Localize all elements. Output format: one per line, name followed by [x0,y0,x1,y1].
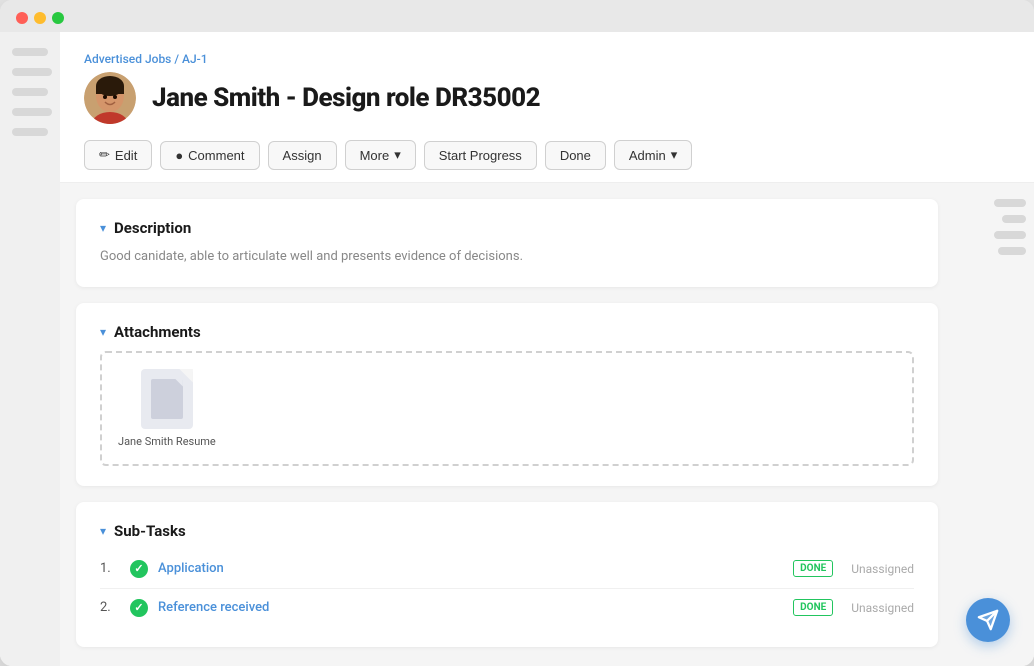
subtask-done-icon [130,560,148,578]
page-header: Advertised Jobs / AJ-1 [60,32,1034,183]
edit-button[interactable]: ✏ Edit [84,140,152,170]
content-body: ▾ Description Good canidate, able to art… [60,183,1034,666]
admin-button[interactable]: Admin ▾ [614,140,692,170]
send-icon [977,609,999,631]
subtask-number: 2. [100,600,120,615]
subtasks-list: 1. Application DONE Unassigned 2. Refere… [100,550,914,627]
comment-icon: ● [175,148,183,163]
sidebar-line [12,128,48,136]
more-button[interactable]: More ▾ [345,140,416,170]
subtask-number: 1. [100,561,120,576]
description-chevron-icon[interactable]: ▾ [100,221,106,235]
subtasks-header: ▾ Sub-Tasks [100,522,914,540]
page-title-row: Jane Smith - Design role DR35002 [84,72,1010,124]
chevron-down-icon: ▾ [671,147,678,163]
breadcrumb-text: Advertised Jobs / AJ-1 [84,52,208,66]
attachment-label: Jane Smith Resume [118,435,216,448]
file-icon [141,369,193,429]
subtask-assignee: Unassigned [851,601,914,615]
page-title: Jane Smith - Design role DR35002 [152,83,540,113]
content-left: ▾ Description Good canidate, able to art… [60,183,954,666]
traffic-light-green[interactable] [52,12,64,24]
traffic-lights [16,12,64,24]
subtasks-section: ▾ Sub-Tasks 1. Application DONE Unassign… [76,502,938,647]
sidebar-line [12,88,48,96]
subtask-assignee: Unassigned [851,562,914,576]
file-icon-inner [151,379,183,419]
right-placeholder [994,231,1026,239]
comment-button[interactable]: ● Comment [160,141,259,170]
subtasks-title: Sub-Tasks [114,522,186,540]
assign-button[interactable]: Assign [268,141,337,170]
attachment-item[interactable]: Jane Smith Resume [118,369,216,448]
toolbar: ✏ Edit ● Comment Assign More ▾ [84,140,1010,182]
browser-window: Advertised Jobs / AJ-1 [0,0,1034,666]
sidebar [0,32,60,666]
subtask-badge: DONE [793,599,833,616]
floating-action-button[interactable] [966,598,1010,642]
traffic-light-red[interactable] [16,12,28,24]
browser-chrome [0,0,1034,32]
description-title: Description [114,219,191,237]
avatar [84,72,136,124]
subtask-name[interactable]: Reference received [158,600,783,615]
edit-icon: ✏ [99,147,110,163]
description-section: ▾ Description Good canidate, able to art… [76,199,938,287]
subtask-badge: DONE [793,560,833,577]
subtask-name[interactable]: Application [158,561,783,576]
attachments-header: ▾ Attachments [100,323,914,341]
browser-content: Advertised Jobs / AJ-1 [0,32,1034,666]
right-placeholder [994,199,1026,207]
subtask-item: 2. Reference received DONE Unassigned [100,589,914,627]
subtask-done-icon [130,599,148,617]
sidebar-line [12,108,52,116]
traffic-light-yellow[interactable] [34,12,46,24]
right-placeholder [998,247,1026,255]
breadcrumb: Advertised Jobs / AJ-1 [84,52,1010,66]
attachments-section: ▾ Attachments Jane Smith Resume [76,303,938,486]
attachments-area: Jane Smith Resume [100,351,914,466]
right-sidebar [954,183,1034,666]
right-placeholder [1002,215,1026,223]
description-header: ▾ Description [100,219,914,237]
sidebar-line [12,48,48,56]
sidebar-line [12,68,52,76]
subtask-item: 1. Application DONE Unassigned [100,550,914,589]
attachments-title: Attachments [114,323,201,341]
chevron-down-icon: ▾ [394,147,401,163]
attachments-chevron-icon[interactable]: ▾ [100,325,106,339]
done-button[interactable]: Done [545,141,606,170]
description-text: Good canidate, able to articulate well a… [100,247,914,267]
main-area: Advertised Jobs / AJ-1 [60,32,1034,666]
start-progress-button[interactable]: Start Progress [424,141,537,170]
subtasks-chevron-icon[interactable]: ▾ [100,524,106,538]
